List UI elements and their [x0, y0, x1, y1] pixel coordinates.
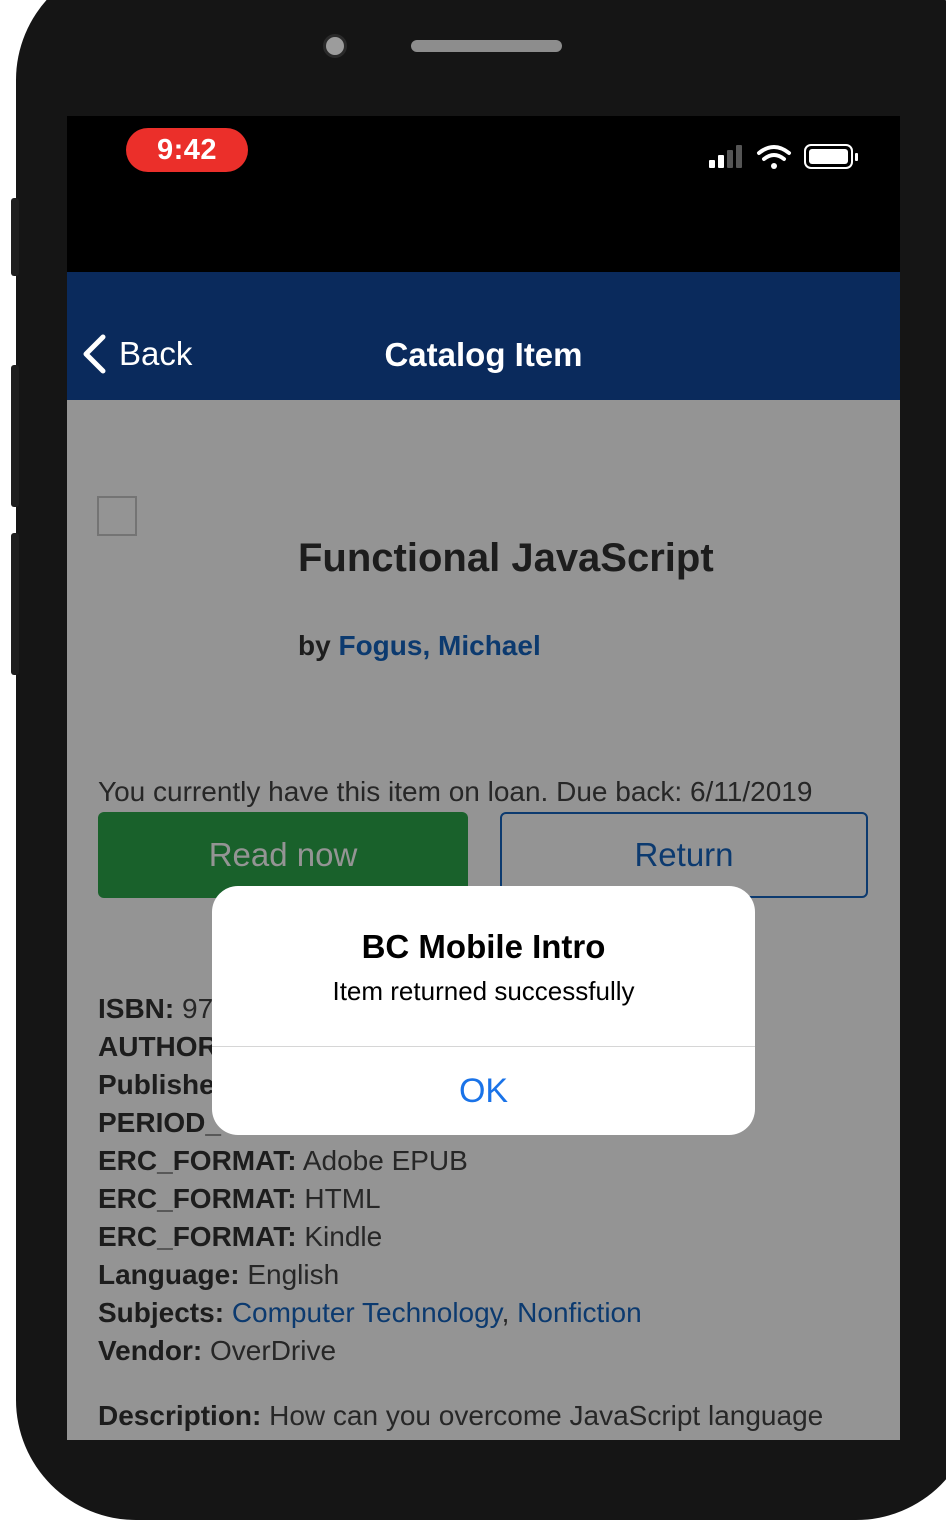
earpiece-speaker — [411, 40, 562, 52]
volume-up-button — [11, 365, 19, 507]
navigation-bar: Back Catalog Item — [67, 272, 900, 400]
battery-icon — [804, 144, 858, 169]
status-icons — [707, 142, 867, 172]
alert-message: Item returned successfully — [332, 976, 635, 1006]
mute-switch — [11, 198, 19, 276]
alert-ok-button[interactable]: OK — [212, 1047, 755, 1135]
status-bar: 9:42 — [67, 116, 900, 272]
status-time: 9:42 — [126, 128, 248, 172]
alert-dialog: BC Mobile Intro Item returned successful… — [212, 886, 755, 1135]
volume-down-button — [11, 533, 19, 675]
cellular-signal-icon — [709, 145, 742, 168]
front-camera — [323, 34, 347, 58]
screen: 9:42 Back Catalog Item Functional JavaSc… — [67, 116, 900, 1440]
page-title: Catalog Item — [384, 336, 583, 373]
wifi-icon — [757, 145, 791, 169]
alert-title: BC Mobile Intro — [361, 928, 606, 965]
